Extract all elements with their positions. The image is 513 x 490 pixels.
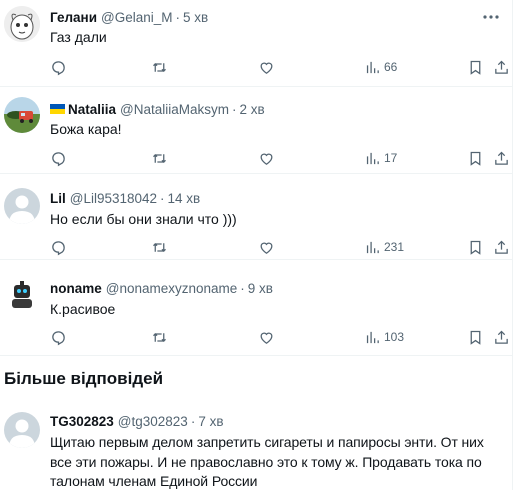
share-button[interactable] [493, 148, 510, 168]
share-icon [495, 330, 508, 344]
retweet-icon [153, 242, 166, 252]
views-count: 66 [384, 60, 398, 74]
tweet-text: Но если бы они знали что ))) [50, 211, 237, 227]
timestamp[interactable]: 5 хв [183, 10, 208, 25]
separator-dot: · [160, 190, 165, 206]
like-icon [260, 242, 273, 254]
author-name[interactable]: Lil [50, 191, 66, 206]
retweet-icon [153, 153, 166, 163]
share-button[interactable] [493, 237, 510, 257]
views-icon [366, 152, 379, 164]
more-options-button[interactable] [482, 8, 500, 26]
ukraine-flag-icon [50, 104, 65, 114]
bookmark-button[interactable] [467, 327, 484, 347]
avatar[interactable] [4, 188, 40, 224]
reply-button[interactable] [50, 57, 67, 77]
share-button[interactable] [493, 327, 510, 347]
reply-icon [52, 330, 65, 345]
retweet-button[interactable] [151, 327, 168, 347]
retweet-icon [153, 62, 166, 72]
views-count: 231 [384, 240, 405, 254]
views-count: 17 [384, 151, 398, 165]
tweet-header: Lil @Lil95318042 · 14 хв [50, 189, 472, 207]
reply-icon [52, 60, 65, 75]
like-icon [260, 332, 273, 344]
bookmark-icon [470, 240, 481, 255]
reply-icon [52, 151, 65, 166]
author-name[interactable]: TG302823 [50, 414, 114, 429]
timestamp[interactable]: 7 хв [198, 414, 223, 429]
bookmark-button[interactable] [467, 237, 484, 257]
author-handle[interactable]: @NataliiaMaksym [120, 102, 229, 117]
tweet-header: TG302823 @tg302823 · 7 хв [50, 412, 472, 430]
views-count: 103 [384, 330, 405, 344]
bookmark-button[interactable] [467, 148, 484, 168]
share-icon [495, 240, 508, 254]
tweet-text: Щитаю первым делом запретить сигареты и … [50, 434, 484, 489]
views-icon [366, 331, 379, 343]
author-handle[interactable]: @Gelani_M [101, 10, 172, 25]
like-button[interactable] [258, 148, 275, 168]
tweet-text: Божа кара! [50, 121, 122, 137]
avatar[interactable] [4, 6, 40, 42]
avatar[interactable] [4, 277, 40, 313]
like-icon [260, 153, 273, 165]
views-button[interactable]: 231 [364, 237, 404, 257]
author-handle[interactable]: @Lil95318042 [70, 191, 157, 206]
timestamp[interactable]: 14 хв [168, 191, 201, 206]
tweet-header: Гелани @Gelani_M · 5 хв [50, 8, 472, 26]
author-name[interactable]: noname [50, 281, 102, 296]
like-button[interactable] [258, 237, 275, 257]
share-icon [495, 60, 508, 74]
share-button[interactable] [493, 57, 510, 77]
reply-tweet[interactable]: Lil @Lil95318042 · 14 хв Но если бы они … [0, 174, 512, 260]
author-handle[interactable]: @tg302823 [118, 414, 188, 429]
reply-icon [52, 240, 65, 255]
author-handle[interactable]: @nonamexyznoname [106, 281, 238, 296]
bookmark-icon [470, 330, 481, 345]
avatar[interactable] [4, 412, 40, 448]
timestamp[interactable]: 2 хв [240, 102, 265, 117]
reply-button[interactable] [50, 327, 67, 347]
timestamp[interactable]: 9 хв [248, 281, 273, 296]
reply-button[interactable] [50, 237, 67, 257]
bookmark-icon [470, 60, 481, 75]
like-icon [260, 62, 273, 74]
views-icon [366, 61, 379, 73]
views-button[interactable]: 17 [364, 148, 397, 168]
views-icon [366, 241, 379, 253]
tweet-header: Nataliia @NataliiaMaksym · 2 хв [50, 100, 472, 118]
separator-dot: · [240, 280, 245, 296]
retweet-button[interactable] [151, 237, 168, 257]
tweet-text: Газ дали [50, 29, 107, 45]
bookmark-icon [470, 151, 481, 166]
reply-tweet[interactable]: Nataliia @NataliiaMaksym · 2 хв Божа кар… [0, 87, 512, 174]
retweet-button[interactable] [151, 57, 168, 77]
retweet-icon [153, 332, 166, 342]
reply-button[interactable] [50, 148, 67, 168]
author-name[interactable]: Гелани [50, 10, 97, 25]
separator-dot: · [175, 9, 181, 25]
author-name[interactable]: Nataliia [68, 102, 116, 117]
more-replies-heading: Більше відповідей [4, 369, 164, 388]
bookmark-button[interactable] [467, 57, 484, 77]
share-icon [495, 151, 508, 165]
avatar[interactable] [4, 97, 40, 133]
reply-tweet[interactable]: noname @nonamexyznoname · 9 хв К.расивое… [0, 260, 512, 356]
views-button[interactable]: 66 [364, 57, 397, 77]
like-button[interactable] [258, 57, 275, 77]
like-button[interactable] [258, 327, 275, 347]
tweet-header: noname @nonamexyznoname · 9 хв [50, 279, 472, 297]
views-button[interactable]: 103 [364, 327, 404, 347]
separator-dot: · [190, 413, 196, 429]
tweet-text: К.расивое [50, 301, 116, 317]
reply-tweet[interactable]: Гелани @Gelani_M · 5 хв Газ дали 66 [0, 0, 512, 87]
reply-tweet[interactable]: TG302823 @tg302823 · 7 хв Щитаю первым д… [0, 398, 512, 490]
retweet-button[interactable] [151, 148, 168, 168]
more-icon [483, 15, 499, 19]
separator-dot: · [232, 101, 237, 117]
